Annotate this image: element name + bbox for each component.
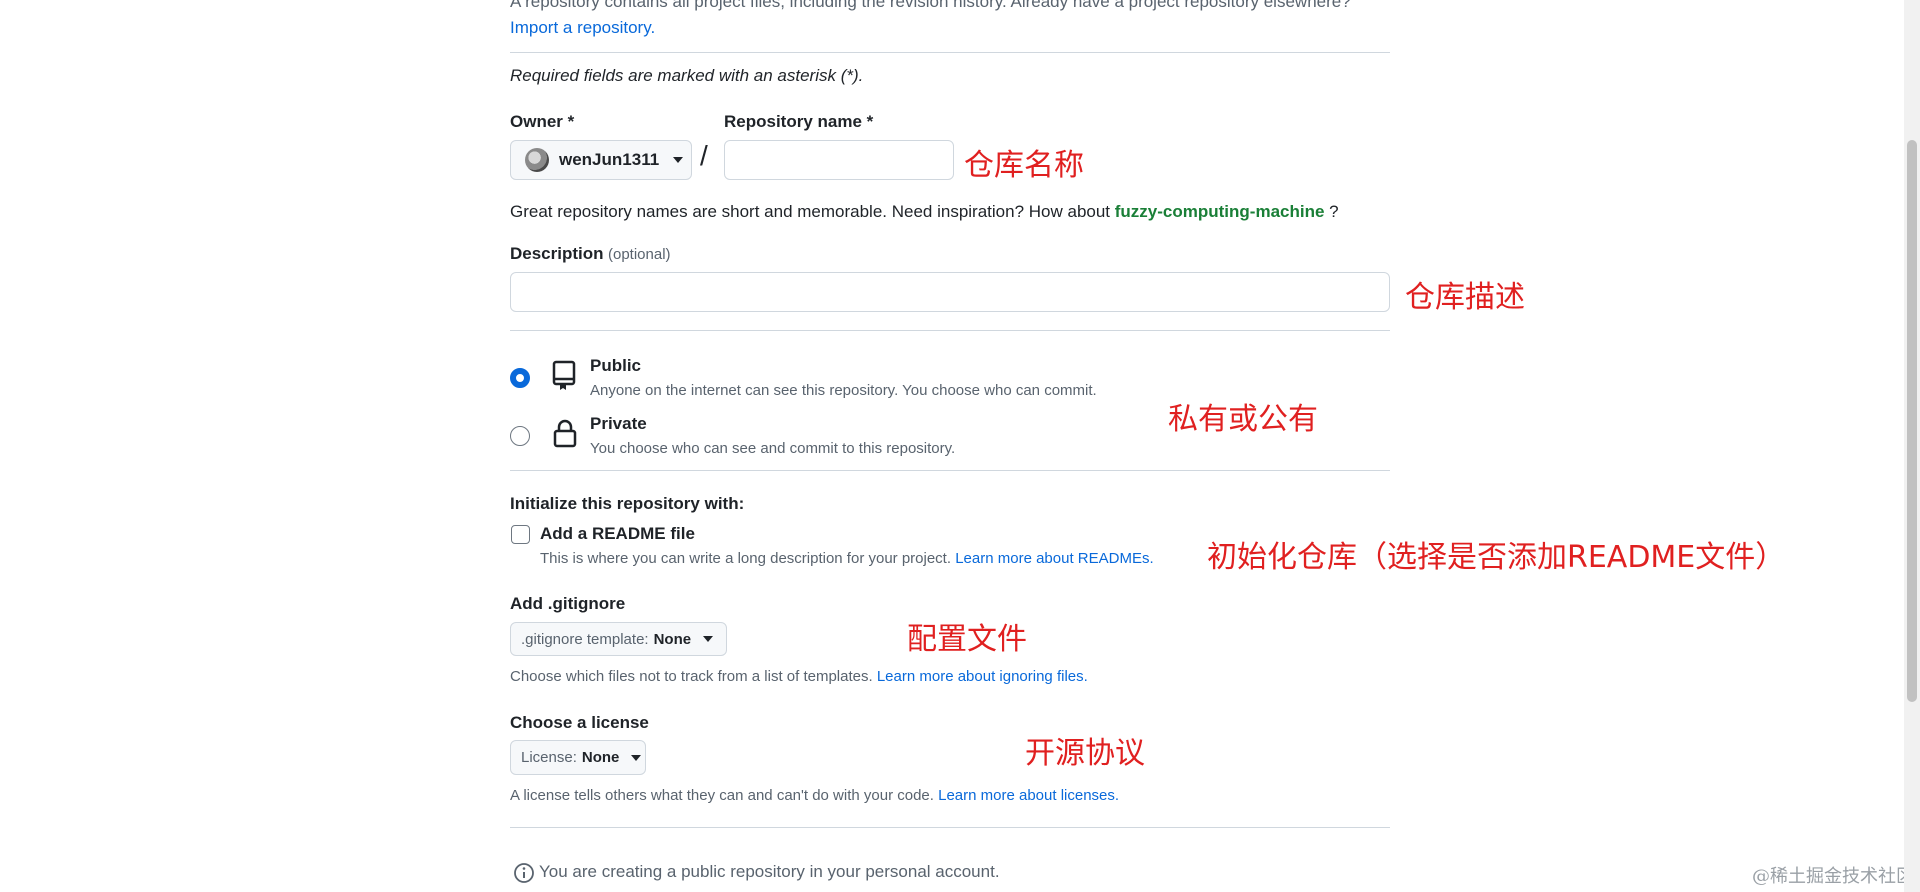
gitignore-heading: Add .gitignore xyxy=(510,594,626,613)
visibility-public-title: Public xyxy=(590,356,642,375)
description-label-text: Description xyxy=(510,244,604,263)
repo-name-suggestion: Great repository names are short and mem… xyxy=(510,202,1339,222)
suggestion-prefix: Great repository names are short and mem… xyxy=(510,202,1111,221)
required-note: Required fields are marked with an aster… xyxy=(510,66,864,85)
chevron-down-icon xyxy=(673,157,684,163)
readme-desc: This is where you can write a long descr… xyxy=(540,550,1154,567)
intro-text: A repository contains all project files,… xyxy=(510,0,1351,11)
divider-init xyxy=(510,470,1390,471)
owner-select[interactable]: wenJun1311 xyxy=(510,140,692,180)
visibility-public-radio[interactable] xyxy=(510,368,530,388)
watermark: @稀土掘金技术社区 xyxy=(1752,866,1914,887)
annotation-description: 仓库描述 xyxy=(1405,280,1525,315)
license-select-value: None xyxy=(581,749,620,766)
suggested-name[interactable]: fuzzy-computing-machine xyxy=(1115,202,1325,221)
visibility-public-desc: Anyone on the internet can see this repo… xyxy=(590,382,1097,399)
repo-name-label: Repository name * xyxy=(724,112,874,131)
scrollbar-thumb[interactable] xyxy=(1907,140,1917,702)
repo-name-input[interactable] xyxy=(724,140,954,180)
owner-label: Owner * xyxy=(510,112,575,131)
divider-visibility xyxy=(510,330,1390,331)
license-learn-more-link[interactable]: Learn more about licenses. xyxy=(938,787,1119,804)
annotation-repo-name: 仓库名称 xyxy=(964,148,1084,183)
visibility-private-title: Private xyxy=(590,414,647,433)
scrollbar-track[interactable] xyxy=(1904,0,1920,892)
gitignore-desc: Choose which files not to track from a l… xyxy=(510,668,1088,685)
gitignore-learn-more-link[interactable]: Learn more about ignoring files. xyxy=(877,668,1088,685)
readme-desc-text: This is where you can write a long descr… xyxy=(540,550,952,567)
info-icon xyxy=(513,862,535,889)
license-select[interactable]: License: None xyxy=(510,740,646,775)
license-heading: Choose a license xyxy=(510,713,649,732)
description-optional: (optional) xyxy=(607,246,671,263)
gitignore-select-value: None xyxy=(653,630,692,648)
gitignore-desc-text: Choose which files not to track from a l… xyxy=(510,668,873,685)
readme-label[interactable]: Add a README file xyxy=(540,524,695,544)
divider-top xyxy=(510,52,1390,53)
readme-checkbox[interactable] xyxy=(511,525,530,544)
readme-learn-more-link[interactable]: Learn more about READMEs. xyxy=(955,550,1153,567)
owner-value: wenJun1311 xyxy=(559,150,660,169)
chevron-down-icon xyxy=(631,754,642,761)
license-select-prefix: License: xyxy=(521,749,577,766)
notice-text: You are creating a public repository in … xyxy=(539,862,1000,881)
license-desc-text: A license tells others what they can and… xyxy=(510,787,934,804)
suggestion-suffix: ? xyxy=(1329,202,1339,221)
annotation-license: 开源协议 xyxy=(1025,736,1145,771)
lock-icon xyxy=(552,418,578,453)
repo-icon xyxy=(552,360,578,397)
annotation-gitignore: 配置文件 xyxy=(907,622,1027,657)
avatar xyxy=(525,148,549,172)
import-repository-link[interactable]: Import a repository. xyxy=(510,18,655,38)
gitignore-select[interactable]: .gitignore template: None xyxy=(510,622,727,656)
chevron-down-icon xyxy=(703,636,714,642)
description-label: Description (optional) xyxy=(510,244,671,264)
init-heading: Initialize this repository with: xyxy=(510,494,745,513)
divider-notice xyxy=(510,827,1390,828)
visibility-private-desc: You choose who can see and commit to thi… xyxy=(590,440,956,457)
annotation-init: 初始化仓库（选择是否添加README文件） xyxy=(1207,540,1786,575)
gitignore-select-prefix: .gitignore template: xyxy=(521,630,649,648)
description-input[interactable] xyxy=(510,272,1390,312)
annotation-visibility: 私有或公有 xyxy=(1168,402,1318,437)
license-desc: A license tells others what they can and… xyxy=(510,787,1119,804)
owner-repo-separator: / xyxy=(700,140,708,171)
visibility-private-radio[interactable] xyxy=(510,426,530,446)
